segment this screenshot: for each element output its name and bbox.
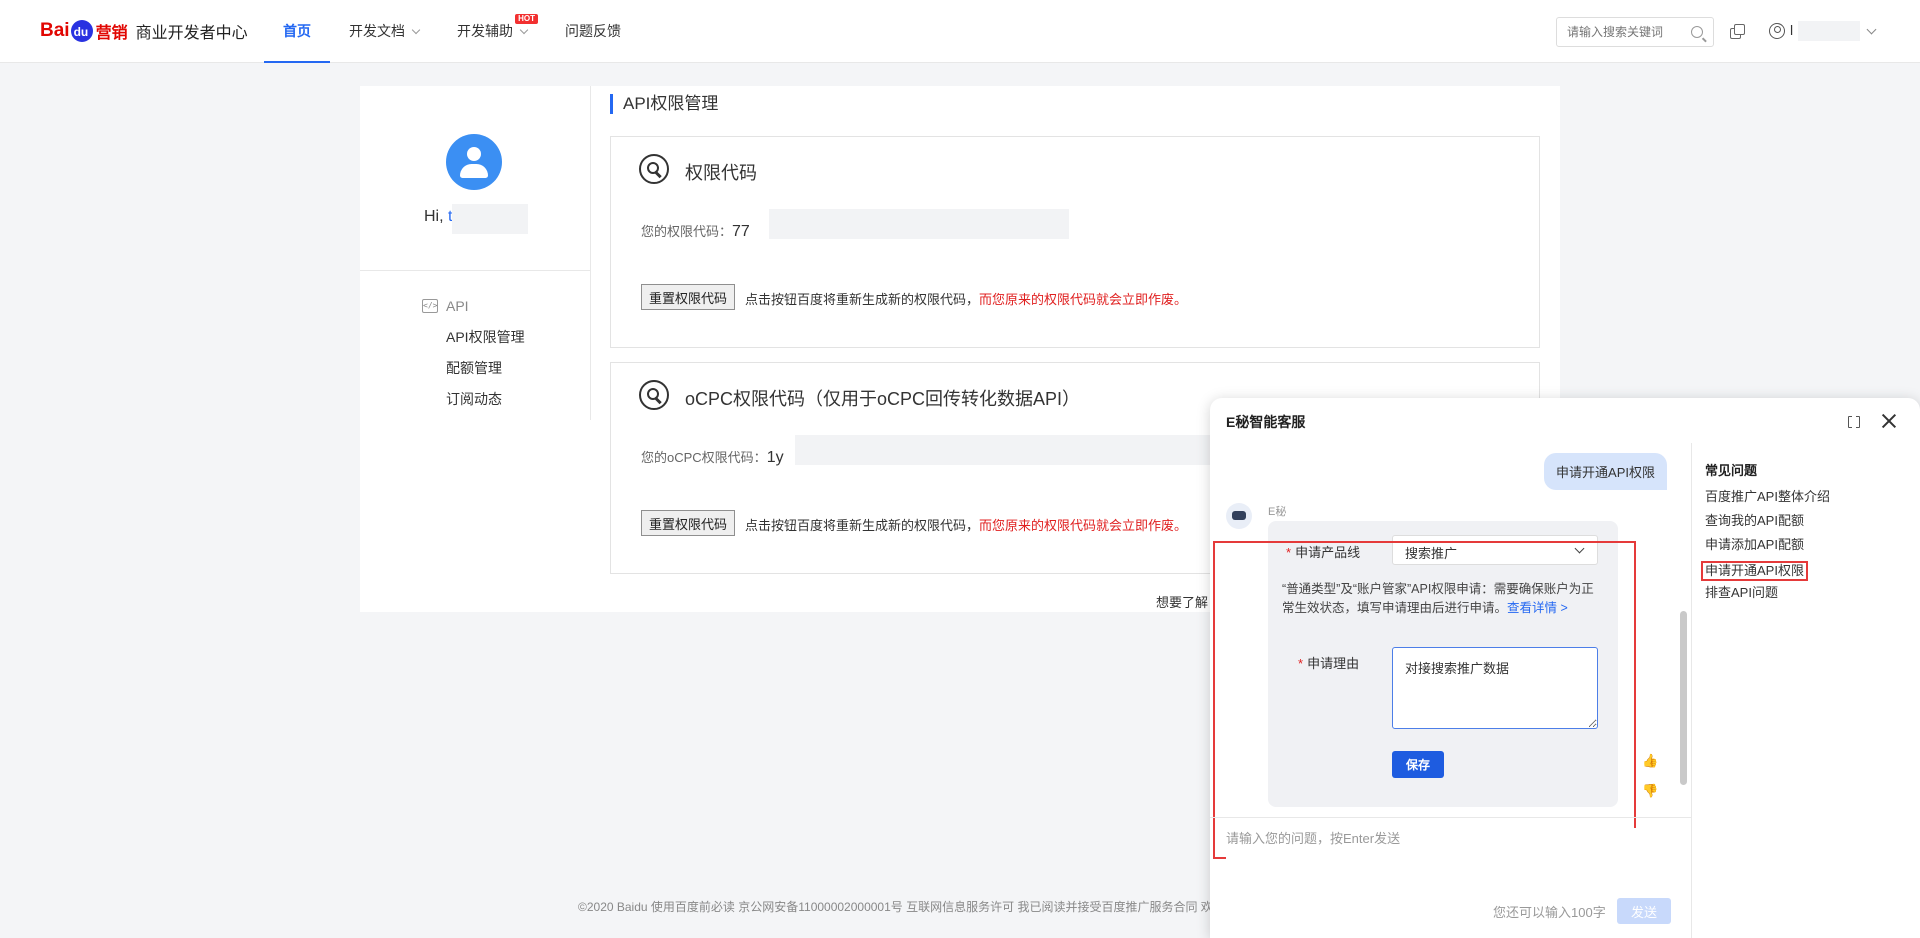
profile-panel: Hi, t: [360, 86, 590, 271]
highlight-frame: [1213, 541, 1636, 859]
code-label: 您的权限代码：: [641, 224, 733, 239]
char-remaining: 您还可以输入100字: [1493, 905, 1606, 920]
faq-panel: 常见问题 百度推广API整体介绍 查询我的API配额 申请添加API配额 申请开…: [1701, 460, 1830, 609]
nav-item-label: 问题反馈: [565, 23, 621, 39]
note-text: 点击按钮百度将重新生成新的权限代码，: [745, 292, 980, 307]
nav-item-home[interactable]: 首页: [264, 0, 330, 63]
code-icon: </>: [422, 299, 438, 313]
logo-bai-text: Bai: [40, 20, 70, 41]
thumbs-up-icon[interactable]: 👍: [1642, 753, 1658, 769]
code-value: 77: [732, 223, 750, 240]
chat-input[interactable]: [1226, 828, 1676, 888]
sidebar-item-api-permissions[interactable]: API权限管理: [422, 328, 525, 359]
code-value: 1y: [766, 449, 784, 466]
key-icon: [639, 154, 669, 184]
sidebar-item-subscriptions[interactable]: 订阅动态: [422, 390, 525, 421]
code-label: 您的oCPC权限代码：: [641, 450, 767, 465]
faq-item-highlighted[interactable]: 申请开通API权限: [1701, 561, 1808, 581]
logo-du-text: du: [73, 25, 89, 39]
bot-name: E秘: [1268, 506, 1287, 518]
user-icon[interactable]: [1769, 23, 1785, 39]
code-redaction: [795, 435, 1215, 465]
code-row: 您的权限代码：77: [641, 221, 750, 241]
nav-item-label: 开发文档: [349, 23, 405, 39]
nav-item-dev-tools[interactable]: 开发辅助 HOT: [438, 0, 546, 63]
greeting: Hi, t: [424, 208, 452, 226]
search-box: [1556, 17, 1714, 47]
sidebar-group-label: API: [446, 298, 469, 314]
reset-ocpc-code-button[interactable]: 重置权限代码: [641, 510, 736, 536]
send-button[interactable]: 发送: [1617, 898, 1671, 924]
code-row: 您的oCPC权限代码：1y: [641, 447, 784, 467]
top-navbar: Bai du 营销 商业开发者中心 首页 开发文档 开发辅助HOT 问题反馈 l: [0, 0, 1920, 63]
chevron-down-icon: [519, 25, 529, 35]
chat-widget: E秘智能客服 申请开通API权限 E秘 * 申请产品线 搜索推广 “普通类型”及“…: [1210, 398, 1920, 938]
hot-badge: HOT: [515, 14, 538, 24]
username-redaction: [452, 204, 528, 234]
chevron-down-icon: [411, 25, 421, 35]
panel-title: oCPC权限代码（仅用于oCPC回传转化数据API）: [685, 389, 1081, 409]
site-title: 商业开发者中心: [135, 25, 248, 42]
nav-item-label: 首页: [283, 23, 311, 39]
nav-item-feedback[interactable]: 问题反馈: [546, 0, 640, 63]
reset-note: 点击按钮百度将重新生成新的权限代码，而您原来的权限代码就会立即作废。: [745, 289, 1187, 308]
want-to-know-link[interactable]: 想要了解: [1156, 592, 1208, 611]
user-name-redaction: [1798, 21, 1860, 41]
greeting-text: Hi,: [424, 208, 448, 225]
logo-paw-icon: du: [70, 20, 93, 42]
page-title: API权限管理: [610, 94, 718, 114]
note-text: 点击按钮百度将重新生成新的权限代码，: [745, 518, 980, 533]
sidebar-menu: </> API API权限管理 配额管理 订阅动态: [422, 298, 525, 421]
reset-code-button[interactable]: 重置权限代码: [641, 284, 736, 310]
note-warning: 而您原来的权限代码就会立即作废。: [979, 518, 1188, 533]
chat-divider: [1691, 443, 1692, 938]
nav-item-dev-docs[interactable]: 开发文档: [330, 0, 438, 63]
user-message-bubble: 申请开通API权限: [1544, 453, 1667, 490]
footer: ©2020 Baidu 使用百度前必读 京公网安备11000002000001号…: [578, 900, 1210, 914]
faq-item[interactable]: 百度推广API整体介绍: [1705, 489, 1830, 513]
search-icon[interactable]: [1691, 26, 1703, 38]
key-icon: [639, 380, 669, 410]
search-input[interactable]: [1567, 18, 1687, 46]
chat-input-area: 您还可以输入100字 发送: [1210, 817, 1691, 938]
panel-title: 权限代码: [685, 163, 757, 183]
permission-code-panel: 权限代码 您的权限代码：77 重置权限代码 点击按钮百度将重新生成新的权限代码，…: [610, 136, 1540, 348]
user-name[interactable]: l: [1790, 22, 1793, 38]
chat-title: E秘智能客服: [1226, 414, 1306, 430]
faq-item[interactable]: 排查API问题: [1705, 585, 1830, 609]
sidebar-group-api[interactable]: </> API: [422, 298, 525, 314]
faq-item[interactable]: 申请添加API配额: [1705, 537, 1830, 561]
main-nav: 首页 开发文档 开发辅助 HOT 问题反馈: [264, 0, 640, 63]
code-redaction: [769, 209, 1069, 239]
baidu-marketing-logo[interactable]: Bai du 营销 商业开发者中心: [40, 16, 248, 46]
faq-title: 常见问题: [1705, 463, 1758, 478]
logo-ying-text: 营销: [95, 25, 128, 42]
reset-note: 点击按钮百度将重新生成新的权限代码，而您原来的权限代码就会立即作废。: [745, 515, 1187, 534]
note-warning: 而您原来的权限代码就会立即作废。: [979, 292, 1188, 307]
chat-scrollbar[interactable]: [1680, 611, 1687, 785]
avatar: [446, 134, 502, 190]
thumbs-down-icon[interactable]: 👎: [1642, 783, 1658, 799]
sidebar-item-quota[interactable]: 配额管理: [422, 359, 525, 390]
expand-icon[interactable]: [1848, 414, 1860, 430]
chat-messages: 申请开通API权限 E秘 * 申请产品线 搜索推广 “普通类型”及“账户管家”AP…: [1210, 443, 1691, 859]
close-icon[interactable]: [1880, 412, 1898, 430]
nav-item-label: 开发辅助: [457, 23, 513, 39]
copy-icon[interactable]: [1730, 24, 1745, 39]
sidebar-divider: [590, 86, 591, 420]
bot-avatar: [1226, 503, 1252, 529]
faq-item[interactable]: 查询我的API配额: [1705, 513, 1830, 537]
chevron-down-icon[interactable]: [1866, 24, 1877, 35]
